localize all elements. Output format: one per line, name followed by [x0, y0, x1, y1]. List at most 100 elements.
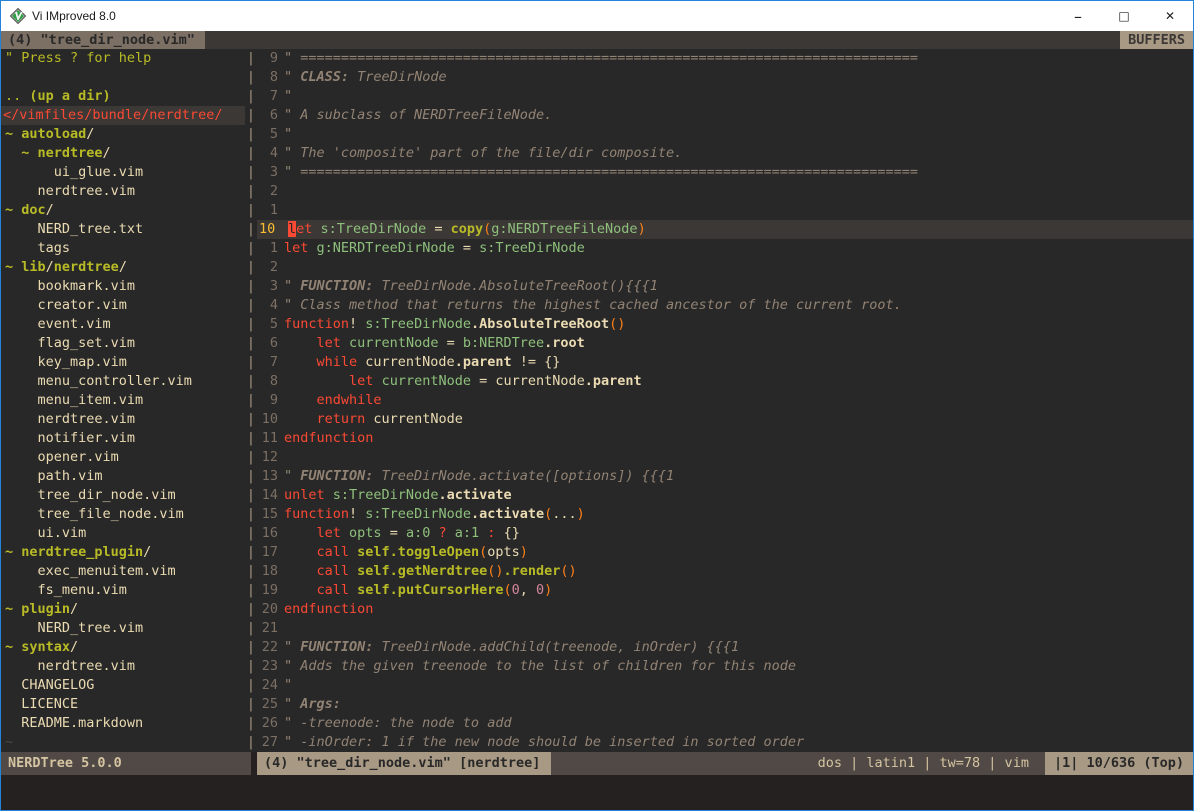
- dir-nerdtree-plugin[interactable]: ~ nerdtree_plugin/: [5, 543, 245, 562]
- code-text: call self.putCursorHere(0, 0): [284, 581, 552, 600]
- dir-autoload[interactable]: ~ autoload/: [5, 125, 245, 144]
- file-flag-set-vim[interactable]: flag_set.vim: [5, 334, 245, 353]
- file-tree-file-node-vim[interactable]: tree_file_node.vim: [5, 505, 245, 524]
- code-line[interactable]: 25" Args:: [257, 695, 1193, 714]
- file-exec-menuitem-vim[interactable]: exec_menuitem.vim: [5, 562, 245, 581]
- code-line[interactable]: 16 let opts = a:0 ? a:1 : {}: [257, 524, 1193, 543]
- dir-doc[interactable]: ~ doc/: [5, 201, 245, 220]
- code-line[interactable]: 27" -inOrder: 1 if the new node should b…: [257, 733, 1193, 752]
- file-key-map-vim[interactable]: key_map.vim: [5, 353, 245, 372]
- line-number: 17: [257, 543, 284, 562]
- code-line[interactable]: 7 while currentNode.parent != {}: [257, 353, 1193, 372]
- line-number: 3: [257, 277, 284, 296]
- code-line[interactable]: 4" Class method that returns the highest…: [257, 296, 1193, 315]
- code-line[interactable]: 6" A subclass of NERDTreeFileNode.: [257, 106, 1193, 125]
- code-line-current[interactable]: 10let s:TreeDirNode = copy(g:NERDTreeFil…: [257, 220, 1193, 239]
- dir-syntax[interactable]: ~ syntax/: [5, 638, 245, 657]
- code-line[interactable]: 13" FUNCTION: TreeDirNode.activate([opti…: [257, 467, 1193, 486]
- line-number: 8: [257, 68, 284, 87]
- window-separator[interactable]: |||||||||||||||||||||||||||||||||||||: [245, 49, 257, 752]
- code-line[interactable]: 6 let currentNode = b:NERDTree.root: [257, 334, 1193, 353]
- dir-lib-nerdtree[interactable]: ~ lib/nerdtree/: [5, 258, 245, 277]
- code-line[interactable]: 9" =====================================…: [257, 49, 1193, 68]
- code-line[interactable]: 5function! s:TreeDirNode.AbsoluteTreeRoo…: [257, 315, 1193, 334]
- file-event-vim[interactable]: event.vim: [5, 315, 245, 334]
- code-text: " ======================================…: [284, 49, 918, 68]
- file-nerd-tree-txt[interactable]: NERD_tree.txt: [5, 220, 245, 239]
- separator-bar: |: [245, 315, 257, 334]
- file-syntax-nerdtree-vim[interactable]: nerdtree.vim: [5, 657, 245, 676]
- code-line[interactable]: 24": [257, 676, 1193, 695]
- file-ui-vim[interactable]: ui.vim: [5, 524, 245, 543]
- file-tags[interactable]: tags: [5, 239, 245, 258]
- file-readme-markdown[interactable]: README.markdown: [5, 714, 245, 733]
- code-line[interactable]: 4" The 'composite' part of the file/dir …: [257, 144, 1193, 163]
- file-path-vim[interactable]: path.vim: [5, 467, 245, 486]
- code-text: call self.getNerdtree().render(): [284, 562, 577, 581]
- file-changelog[interactable]: CHANGELOG: [5, 676, 245, 695]
- code-line[interactable]: 9 endwhile: [257, 391, 1193, 410]
- code-text: " -inOrder: 1 if the new node should be …: [284, 733, 804, 752]
- command-line[interactable]: [1, 775, 1193, 810]
- code-line[interactable]: 8 let currentNode = currentNode.parent: [257, 372, 1193, 391]
- up-dir-item[interactable]: .. (up a dir): [5, 87, 245, 106]
- code-text: while currentNode.parent != {}: [284, 353, 560, 372]
- file-fs-menu-vim[interactable]: fs_menu.vim: [5, 581, 245, 600]
- close-button[interactable]: ✕: [1147, 1, 1193, 31]
- code-line[interactable]: 21: [257, 619, 1193, 638]
- line-number: 7: [257, 353, 284, 372]
- titlebar[interactable]: Vi IMproved 8.0 – □ ✕: [1, 1, 1193, 31]
- code-line[interactable]: 20endfunction: [257, 600, 1193, 619]
- separator-bar: |: [245, 410, 257, 429]
- code-line[interactable]: 22" FUNCTION: TreeDirNode.addChild(treen…: [257, 638, 1193, 657]
- file-tree-dir-node-vim[interactable]: tree_dir_node.vim: [5, 486, 245, 505]
- code-line[interactable]: 23" Adds the given treenode to the list …: [257, 657, 1193, 676]
- file-menu-item-vim[interactable]: menu_item.vim: [5, 391, 245, 410]
- file-lib-nerdtree-vim[interactable]: nerdtree.vim: [5, 410, 245, 429]
- code-text: let currentNode = currentNode.parent: [284, 372, 642, 391]
- file-notifier-vim[interactable]: notifier.vim: [5, 429, 245, 448]
- code-line[interactable]: 3" =====================================…: [257, 163, 1193, 182]
- statusline-filename: (4) "tree_dir_node.vim" [nerdtree]: [257, 752, 551, 775]
- code-line[interactable]: 2: [257, 182, 1193, 201]
- dir-plugin[interactable]: ~ plugin/: [5, 600, 245, 619]
- code-line[interactable]: 19 call self.putCursorHere(0, 0): [257, 581, 1193, 600]
- code-line[interactable]: 8" CLASS: TreeDirNode: [257, 68, 1193, 87]
- tab-tree-dir-node-vim[interactable]: (4) "tree_dir_node.vim": [1, 31, 205, 49]
- code-line[interactable]: 11endfunction: [257, 429, 1193, 448]
- line-number: 26: [257, 714, 284, 733]
- maximize-button[interactable]: □: [1101, 1, 1147, 31]
- dir-autoload-nerdtree[interactable]: ~ nerdtree/: [5, 144, 245, 163]
- minimize-button[interactable]: –: [1055, 1, 1101, 31]
- help-line[interactable]: " Press ? for help: [5, 49, 245, 68]
- code-line[interactable]: 18 call self.getNerdtree().render(): [257, 562, 1193, 581]
- file-bookmark-vim[interactable]: bookmark.vim: [5, 277, 245, 296]
- file-ui-glue-vim[interactable]: ui_glue.vim: [5, 163, 245, 182]
- window-controls: – □ ✕: [1055, 1, 1193, 31]
- code-line[interactable]: 3" FUNCTION: TreeDirNode.AbsoluteTreeRoo…: [257, 277, 1193, 296]
- code-line[interactable]: 12: [257, 448, 1193, 467]
- file-menu-controller-vim[interactable]: menu_controller.vim: [5, 372, 245, 391]
- code-line[interactable]: 17 call self.toggleOpen(opts): [257, 543, 1193, 562]
- code-line[interactable]: 1: [257, 201, 1193, 220]
- separator-bar: |: [245, 638, 257, 657]
- code-line[interactable]: 1let g:NERDTreeDirNode = s:TreeDirNode: [257, 239, 1193, 258]
- code-line[interactable]: 10 return currentNode: [257, 410, 1193, 429]
- empty-line-indicator[interactable]: ~: [5, 733, 245, 752]
- line-number: 7: [257, 87, 284, 106]
- statusline-position: |1| 10/636 (Top): [1045, 752, 1193, 775]
- root-path[interactable]: </vimfiles/bundle/nerdtree/: [1, 106, 245, 125]
- blank-line[interactable]: [5, 68, 245, 87]
- code-line[interactable]: 14unlet s:TreeDirNode.activate: [257, 486, 1193, 505]
- code-line[interactable]: 5": [257, 125, 1193, 144]
- file-creator-vim[interactable]: creator.vim: [5, 296, 245, 315]
- file-autoload-nerdtree-vim[interactable]: nerdtree.vim: [5, 182, 245, 201]
- file-nerd-tree-vim[interactable]: NERD_tree.vim: [5, 619, 245, 638]
- code-text: " CLASS: TreeDirNode: [284, 68, 447, 87]
- file-licence[interactable]: LICENCE: [5, 695, 245, 714]
- code-line[interactable]: 7": [257, 87, 1193, 106]
- code-line[interactable]: 26" -treenode: the node to add: [257, 714, 1193, 733]
- file-opener-vim[interactable]: opener.vim: [5, 448, 245, 467]
- code-line[interactable]: 2: [257, 258, 1193, 277]
- code-line[interactable]: 15function! s:TreeDirNode.activate(...): [257, 505, 1193, 524]
